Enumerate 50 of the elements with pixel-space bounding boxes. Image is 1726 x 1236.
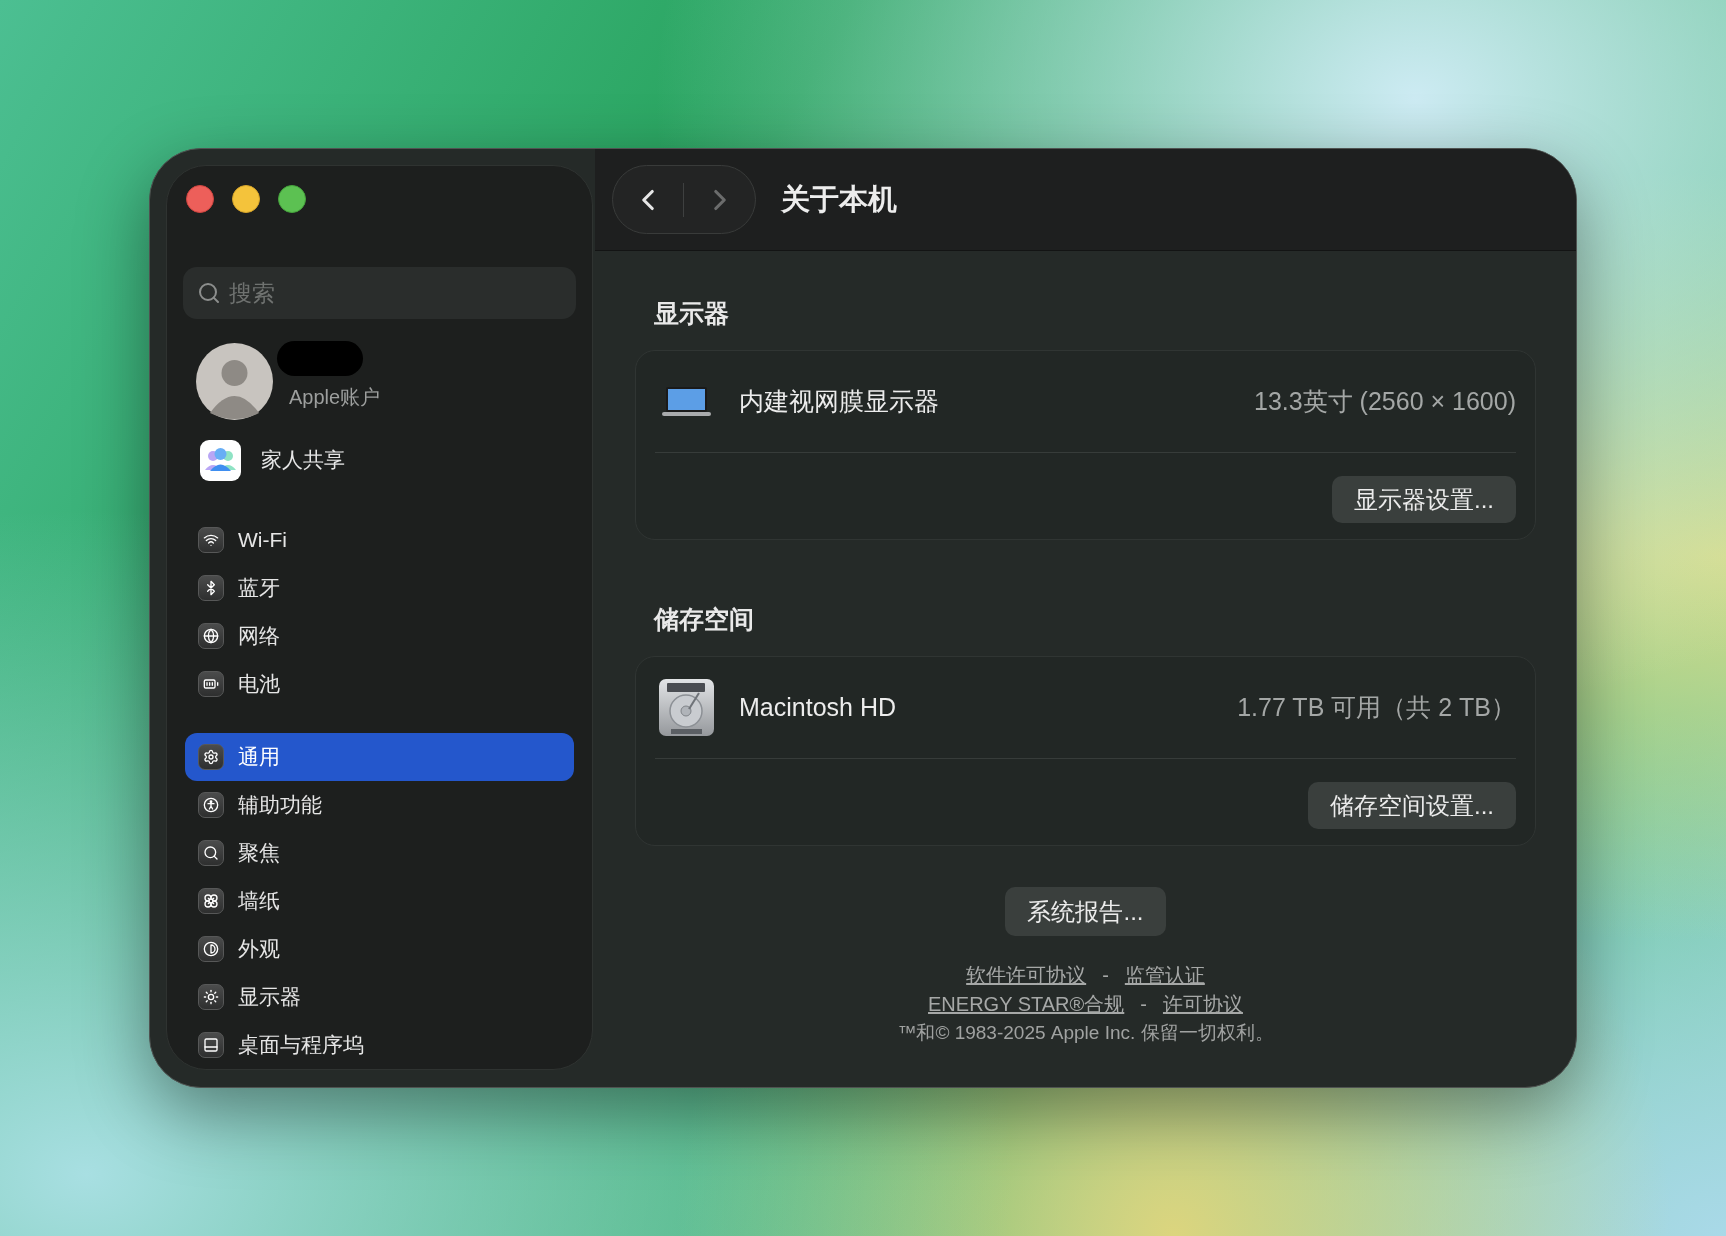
family-icon — [200, 439, 241, 481]
device-detail: 1.77 TB 可用（共 2 TB） — [1237, 691, 1516, 723]
device-name: Macintosh HD — [739, 691, 896, 723]
page-title: 关于本机 — [781, 181, 897, 217]
footer-link[interactable]: ENERGY STAR®合规 — [928, 988, 1125, 1019]
laptop-icon — [661, 387, 711, 416]
globe-icon — [198, 623, 224, 649]
section-heading: 储存空间 — [652, 604, 755, 635]
sidebar-item[interactable]: 外观 — [185, 925, 574, 973]
account-label: Apple账户 — [289, 385, 381, 410]
gear-icon — [198, 744, 224, 770]
settings-button[interactable]: 储存空间设置... — [1308, 782, 1516, 829]
search-field[interactable]: 搜索 — [183, 267, 576, 319]
section-heading: 显示器 — [653, 298, 730, 329]
family-sharing-item[interactable]: 家人共享 — [167, 436, 592, 484]
zoom-button[interactable] — [278, 185, 306, 213]
battery-icon — [198, 671, 224, 697]
wifi-icon — [198, 527, 224, 553]
sidebar-item[interactable]: 通用 — [185, 733, 574, 781]
device-detail: 13.3英寸 (2560 × 1600) — [1254, 385, 1516, 417]
bluetooth-icon — [198, 575, 224, 601]
sidebar-item[interactable]: 聚焦 — [185, 829, 574, 877]
window-icon — [198, 1032, 224, 1058]
avatar-icon — [196, 343, 273, 420]
magnifier-icon — [198, 840, 224, 866]
minimize-button[interactable] — [232, 185, 260, 213]
sidebar-item[interactable]: 桌面与程序坞 — [185, 1021, 574, 1069]
settings-button[interactable]: 显示器设置... — [1332, 476, 1516, 523]
sidebar-item[interactable]: 显示器 — [185, 973, 574, 1021]
hard-drive-icon — [658, 679, 714, 736]
link-separator: - — [1140, 991, 1147, 1017]
sun-icon — [198, 984, 224, 1010]
copyright-text: ™和© 1983-2025 Apple Inc. 保留一切权利。 — [897, 1021, 1274, 1045]
sidebar-item[interactable]: 辅助功能 — [185, 781, 574, 829]
contrast-icon — [198, 936, 224, 962]
sidebar-item[interactable]: Wi-Fi — [185, 516, 574, 564]
accessibility-icon — [198, 792, 224, 818]
sidebar-item[interactable]: 蓝牙 — [185, 564, 574, 612]
sidebar-item[interactable]: 网络 — [185, 612, 574, 660]
device-name: 内建视网膜显示器 — [739, 385, 939, 417]
link-separator: - — [1102, 962, 1109, 988]
footer-link[interactable]: 监管认证 — [1124, 959, 1205, 990]
flower-icon — [198, 888, 224, 914]
footer-link[interactable]: 许可协议 — [1162, 988, 1243, 1019]
footer-link[interactable]: 软件许可协议 — [966, 959, 1087, 990]
sidebar-item[interactable]: 墙纸 — [185, 877, 574, 925]
system-report-button[interactable]: 系统报告... — [1005, 887, 1166, 936]
search-icon — [197, 281, 221, 305]
close-button[interactable] — [186, 185, 214, 213]
sidebar-item[interactable]: 电池 — [185, 660, 574, 708]
